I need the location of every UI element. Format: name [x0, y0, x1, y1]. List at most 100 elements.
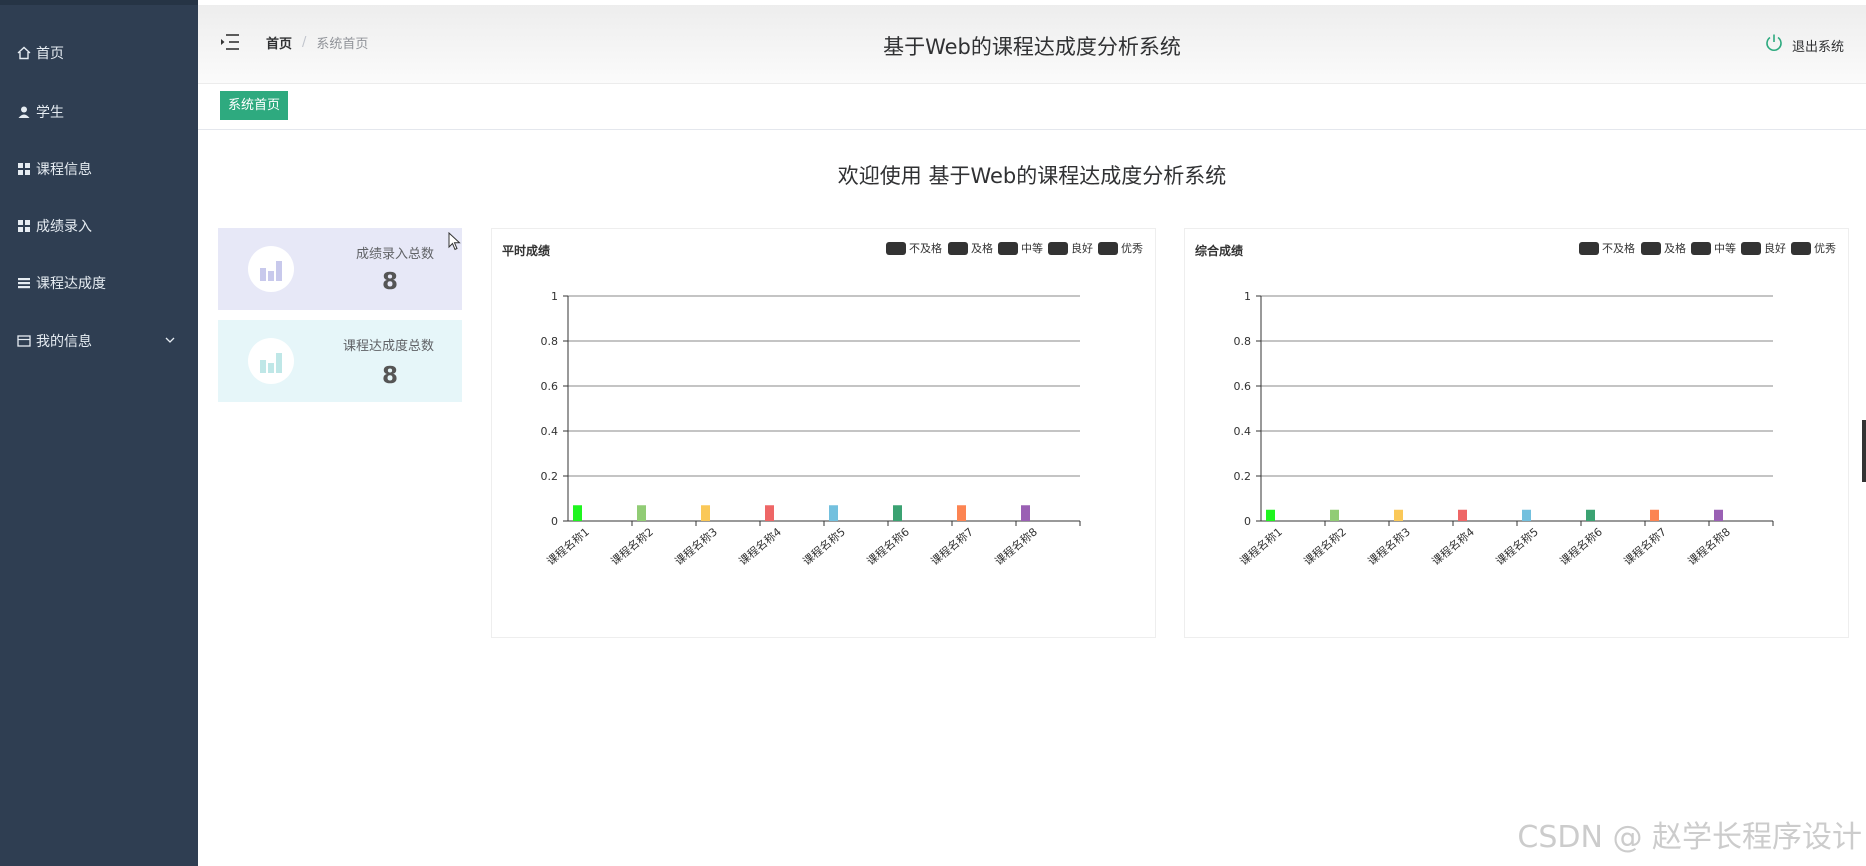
x-tick-label: 课程名称4 [736, 525, 784, 569]
legend-swatch [1579, 242, 1599, 255]
tags-bar: 系统首页 [198, 84, 1866, 130]
grid-icon [16, 161, 32, 177]
legend-item: 中等 [1714, 241, 1736, 255]
x-tick-label: 课程名称3 [672, 525, 720, 569]
legend-swatch [948, 242, 968, 255]
legend-item: 优秀 [1121, 242, 1143, 255]
bar [829, 505, 838, 521]
y-tick-label: 0.8 [541, 335, 559, 348]
legend-item: 不及格 [1602, 241, 1635, 255]
bar [1586, 509, 1595, 521]
bar [1330, 509, 1339, 521]
sidebar-item-label: 首页 [36, 46, 64, 62]
top-header: 首页 / 系统首页 基于Web的课程达成度分析系统 退出系统 [198, 5, 1866, 84]
legend-swatch [886, 242, 906, 255]
card-icon [16, 333, 32, 349]
welcome-heading: 欢迎使用 基于Web的课程达成度分析系统 [837, 164, 1227, 188]
logout-label: 退出系统 [1791, 39, 1844, 55]
bar [765, 505, 774, 521]
sidebar-item-course-achievement[interactable]: 课程达成度 [0, 263, 198, 303]
sidebar-top-strip [0, 0, 198, 5]
sidebar: 首页 学生 课程信息 成绩录入 课程达成度 我的信息 [0, 0, 198, 866]
x-tick-label: 课程名称4 [1429, 525, 1477, 569]
bar [1458, 509, 1467, 521]
y-tick-label: 0 [551, 515, 558, 528]
chart-panel-overall-grade: 综合成绩 不及格 及格 中等 良好 优秀 0 0.2 0.4 0.6 0.8 1 课程名称1 课程名称2 课… [1184, 228, 1849, 638]
legend-swatch [1048, 242, 1068, 255]
stat-label: 课程达成度总数 [342, 339, 434, 354]
y-tick-label: 0.6 [541, 380, 559, 393]
y-tick-label: 1 [551, 290, 558, 303]
x-tick-label: 课程名称1 [544, 525, 592, 569]
bar [957, 505, 966, 521]
legend-swatch [1691, 242, 1711, 255]
legend-swatch [1641, 242, 1661, 255]
bar [1714, 509, 1723, 521]
sidebar-item-course-info[interactable]: 课程信息 [0, 149, 198, 189]
chart-panel-usual-grade: 平时成绩 不及格 及格 中等 良好 优秀 0 0.2 0.4 0.6 0.8 1 课程名称1 课程名称2 课… [491, 228, 1156, 638]
tab-system-home[interactable]: 系统首页 [220, 91, 289, 120]
list-icon [16, 275, 32, 291]
x-tick-label: 课程名称2 [608, 525, 656, 569]
bar [573, 505, 582, 521]
chart-title: 综合成绩 [1195, 243, 1243, 258]
x-tick-label: 课程名称1 [1237, 525, 1285, 569]
sidebar-item-label: 我的信息 [36, 334, 92, 350]
chevron-down-icon [164, 334, 176, 350]
legend-item: 良好 [1071, 241, 1093, 255]
legend-swatch [1741, 242, 1761, 255]
mouse-cursor-icon [448, 231, 462, 256]
legend-swatch [998, 242, 1018, 255]
y-tick-label: 0.4 [1234, 425, 1252, 438]
x-tick-label: 课程名称8 [1685, 525, 1733, 569]
scrollbar-handle[interactable] [1862, 420, 1866, 482]
x-tick-label: 课程名称5 [1493, 525, 1541, 569]
sidebar-item-home[interactable]: 首页 [0, 33, 198, 73]
x-tick-label: 课程名称6 [1557, 525, 1605, 569]
sidebar-item-my-info[interactable]: 我的信息 [0, 321, 198, 361]
app-title: 基于Web的课程达成度分析系统 [883, 35, 1181, 59]
user-icon [16, 104, 32, 120]
grid-icon [16, 218, 32, 234]
sidebar-item-student[interactable]: 学生 [0, 92, 198, 132]
legend-swatch [1098, 242, 1118, 255]
y-tick-label: 0.8 [1234, 335, 1252, 348]
bar [893, 505, 902, 521]
stat-value: 8 [381, 363, 398, 389]
chart-title: 平时成绩 [502, 243, 550, 258]
stat-card-achievements: 课程达成度总数 8 [218, 320, 462, 402]
y-tick-label: 0 [1244, 515, 1251, 528]
sidebar-item-label: 成绩录入 [36, 219, 92, 235]
logout-button[interactable]: 退出系统 [1764, 33, 1844, 57]
sidebar-item-grade-entry[interactable]: 成绩录入 [0, 206, 198, 246]
legend-item: 不及格 [909, 241, 942, 255]
stat-label: 成绩录入总数 [355, 247, 434, 262]
bar [637, 505, 646, 521]
usual-grade-chart: 平时成绩 不及格 及格 中等 良好 优秀 0 0.2 0.4 0.6 0.8 1 课程名称1 课程名称2 课… [502, 241, 1143, 569]
bar [1394, 509, 1403, 521]
sidebar-item-label: 课程达成度 [36, 276, 106, 292]
legend-swatch [1791, 242, 1811, 255]
home-icon [16, 45, 32, 61]
legend-item: 良好 [1764, 241, 1786, 255]
x-tick-label: 课程名称3 [1365, 525, 1413, 569]
bar [1021, 505, 1030, 521]
y-tick-label: 0.4 [541, 425, 559, 438]
watermark: CSDN @ 赵学长程序设计 [1517, 820, 1862, 855]
y-tick-label: 0.6 [1234, 380, 1252, 393]
x-tick-label: 课程名称2 [1301, 525, 1349, 569]
bar [1650, 509, 1659, 521]
bar [1522, 509, 1531, 521]
overall-grade-chart: 综合成绩 不及格 及格 中等 良好 优秀 0 0.2 0.4 0.6 0.8 1 课程名称1 课程名称2 课… [1195, 241, 1836, 569]
x-tick-label: 课程名称7 [928, 525, 976, 569]
x-tick-label: 课程名称5 [800, 525, 848, 569]
y-tick-label: 1 [1244, 290, 1251, 303]
x-tick-label: 课程名称7 [1621, 525, 1669, 569]
legend-item: 及格 [971, 241, 993, 255]
power-icon [1764, 33, 1792, 57]
y-tick-label: 0.2 [541, 470, 559, 483]
legend-item: 中等 [1021, 241, 1043, 255]
sidebar-item-label: 学生 [36, 105, 64, 121]
y-tick-label: 0.2 [1234, 470, 1252, 483]
x-tick-label: 课程名称6 [864, 525, 912, 569]
